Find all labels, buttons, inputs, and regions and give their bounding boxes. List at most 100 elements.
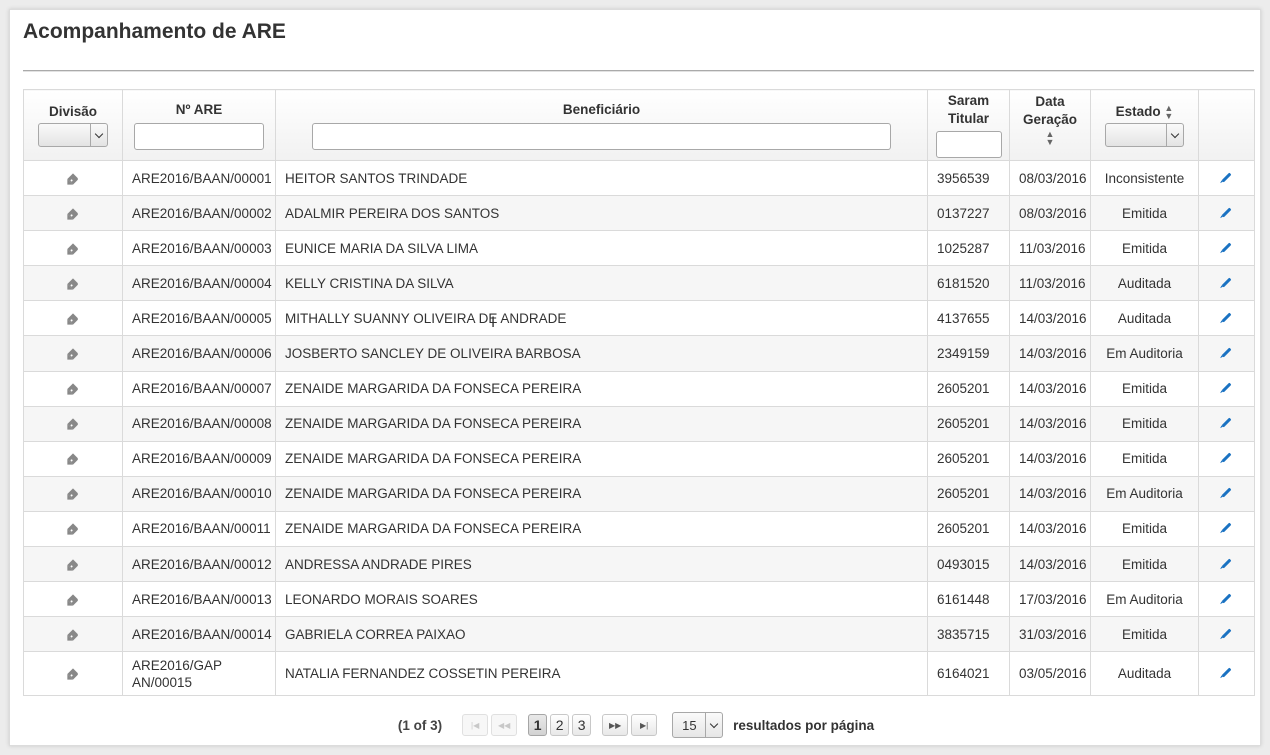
- numero-cell: ARE2016/BAAN/00003: [122, 230, 276, 267]
- edit-cell: [1198, 581, 1255, 618]
- table-row[interactable]: ARE2016/BAAN/00011 ZENAIDE MARGARIDA DA F…: [23, 510, 1255, 548]
- data-cell: 03/05/2016: [1009, 651, 1091, 697]
- divisao-cell: [23, 335, 123, 372]
- numero-cell: ARE2016/BAAN/00012: [122, 546, 276, 583]
- estado-cell: Emitida: [1090, 230, 1199, 267]
- edit-cell: [1198, 510, 1255, 548]
- chevron-down-icon: [1166, 124, 1183, 146]
- edit-cell: [1198, 440, 1255, 477]
- chevron-down-icon: [705, 713, 722, 737]
- next-page-button[interactable]: ▶▶: [602, 714, 629, 736]
- first-page-button[interactable]: |◀: [462, 714, 489, 736]
- table-row[interactable]: ARE2016/BAAN/00005 MITHALLY SUANNY OLIVEI…: [23, 300, 1255, 337]
- tag-icon: [67, 207, 79, 220]
- page-button-1[interactable]: 1: [528, 714, 548, 736]
- table-row[interactable]: ARE2016/BAAN/00013 LEONARDO MORAIS SOARES…: [23, 581, 1255, 618]
- pencil-icon[interactable]: [1221, 593, 1232, 604]
- column-header-beneficiario: Beneficiário: [275, 89, 928, 161]
- page-report: (1 of 3): [397, 717, 443, 733]
- tag-icon: [67, 383, 79, 395]
- sort-icon[interactable]: ▲ ▼: [1046, 130, 1055, 147]
- pencil-icon[interactable]: [1221, 382, 1232, 393]
- table-row[interactable]: ARE2016/BAAN/00006 JOSBERTO SANCLEY DE OL…: [23, 335, 1255, 372]
- sort-icon[interactable]: ▲ ▼: [1164, 104, 1173, 121]
- saram-cell: 6181520: [927, 265, 1010, 302]
- previous-page-button[interactable]: ◀◀: [491, 714, 518, 736]
- table-row[interactable]: ARE2016/BAAN/00009 ZENAIDE MARGARIDA DA F…: [23, 440, 1255, 477]
- table-row[interactable]: ARE2016/BAAN/00008 ZENAIDE MARGARIDA DA F…: [23, 405, 1255, 442]
- table-row[interactable]: ARE2016/GAP AN/00015 NATALIA FERNANDEZ CO…: [23, 651, 1255, 697]
- are-table: Divisão Nº ARE Beneficiário Saram Titula…: [23, 89, 1255, 697]
- table-header-row: Divisão Nº ARE Beneficiário Saram Titula…: [23, 89, 1255, 161]
- saram-cell: 1025287: [927, 230, 1010, 267]
- tag-icon: [67, 453, 79, 465]
- saram-cell: 6164021: [927, 651, 1010, 697]
- beneficiario-cell: ZENAIDE MARGARIDA DA FONSECA PEREIRA: [275, 370, 928, 407]
- divisao-filter-select[interactable]: [38, 123, 108, 147]
- column-header-actions: [1198, 89, 1255, 161]
- estado-cell: Auditada: [1090, 300, 1199, 337]
- tag-icon: [67, 313, 79, 325]
- header-label-estado: Estado: [1115, 104, 1161, 119]
- beneficiario-filter-input[interactable]: [312, 122, 891, 150]
- pencil-icon[interactable]: [1221, 628, 1232, 639]
- pencil-icon[interactable]: [1221, 277, 1232, 288]
- estado-cell: Emitida: [1090, 405, 1199, 442]
- table-row[interactable]: ARE2016/BAAN/00010 ZENAIDE MARGARIDA DA F…: [23, 475, 1255, 512]
- pencil-icon[interactable]: [1221, 312, 1232, 323]
- pencil-icon[interactable]: [1221, 452, 1232, 463]
- beneficiario-cell: ZENAIDE MARGARIDA DA FONSECA PEREIRA: [275, 405, 928, 442]
- data-cell: 14/03/2016: [1009, 405, 1091, 442]
- pencil-icon[interactable]: [1221, 558, 1232, 569]
- edit-cell: [1198, 546, 1255, 583]
- table-row[interactable]: ARE2016/BAAN/00014 GABRIELA CORREA PAIXAO…: [23, 616, 1255, 653]
- tag-icon: [67, 594, 79, 606]
- edit-cell: [1198, 405, 1255, 442]
- table-row[interactable]: ARE2016/BAAN/00003 EUNICE MARIA DA SILVA …: [23, 230, 1255, 267]
- estado-cell: Em Auditoria: [1090, 581, 1199, 618]
- page-button-2[interactable]: 2: [550, 714, 570, 736]
- saram-cell: 3956539: [927, 159, 1010, 197]
- beneficiario-cell: ZENAIDE MARGARIDA DA FONSECA PEREIRA: [275, 475, 928, 512]
- numero-cell: ARE2016/GAP AN/00015: [122, 651, 276, 697]
- pencil-icon[interactable]: [1221, 347, 1232, 358]
- data-cell: 11/03/2016: [1009, 230, 1091, 267]
- estado-cell: Em Auditoria: [1090, 335, 1199, 372]
- edit-cell: [1198, 265, 1255, 302]
- page-button-3[interactable]: 3: [572, 714, 592, 736]
- numero-cell: ARE2016/BAAN/00008: [122, 405, 276, 442]
- numero-cell: ARE2016/BAAN/00002: [122, 195, 276, 232]
- pencil-icon[interactable]: [1221, 207, 1232, 218]
- table-row[interactable]: ARE2016/BAAN/00007 ZENAIDE MARGARIDA DA F…: [23, 370, 1255, 407]
- data-cell: 14/03/2016: [1009, 440, 1091, 477]
- text-cursor-icon: I: [491, 315, 496, 331]
- pencil-icon[interactable]: [1221, 172, 1232, 182]
- table-row[interactable]: ARE2016/BAAN/00002 ADALMIR PEREIRA DOS SA…: [23, 195, 1255, 232]
- pencil-icon[interactable]: [1221, 417, 1232, 428]
- estado-filter-select[interactable]: [1105, 123, 1184, 147]
- table-row[interactable]: ARE2016/BAAN/00001 HEITOR SANTOS TRINDADE…: [23, 159, 1255, 197]
- saram-cell: 6161448: [927, 581, 1010, 618]
- tag-icon: [67, 278, 79, 290]
- table-row[interactable]: ARE2016/BAAN/00012 ANDRESSA ANDRADE PIRES…: [23, 546, 1255, 583]
- divisao-cell: [23, 581, 123, 618]
- pencil-icon[interactable]: [1221, 242, 1232, 253]
- header-label-saram: Saram Titular: [947, 93, 990, 126]
- pencil-icon[interactable]: [1221, 667, 1232, 678]
- numero-filter-input[interactable]: [134, 122, 264, 150]
- last-page-button[interactable]: ▶|: [631, 714, 658, 736]
- saram-filter-input[interactable]: [935, 131, 1002, 158]
- data-cell: 14/03/2016: [1009, 300, 1091, 337]
- saram-cell: 4137655: [927, 300, 1010, 337]
- tag-icon: [67, 523, 79, 536]
- column-header-data[interactable]: Data Geração ▲ ▼: [1009, 89, 1091, 161]
- pencil-icon[interactable]: [1221, 523, 1232, 533]
- beneficiario-cell: KELLY CRISTINA DA SILVA: [275, 265, 928, 302]
- estado-cell: Inconsistente: [1090, 159, 1199, 197]
- divisao-cell: [23, 651, 123, 697]
- table-row[interactable]: ARE2016/BAAN/00004 KELLY CRISTINA DA SILV…: [23, 265, 1255, 302]
- divisao-cell: [23, 195, 123, 232]
- rows-per-page-select[interactable]: 15: [672, 712, 724, 738]
- divisao-cell: [23, 159, 123, 197]
- pencil-icon[interactable]: [1221, 487, 1232, 498]
